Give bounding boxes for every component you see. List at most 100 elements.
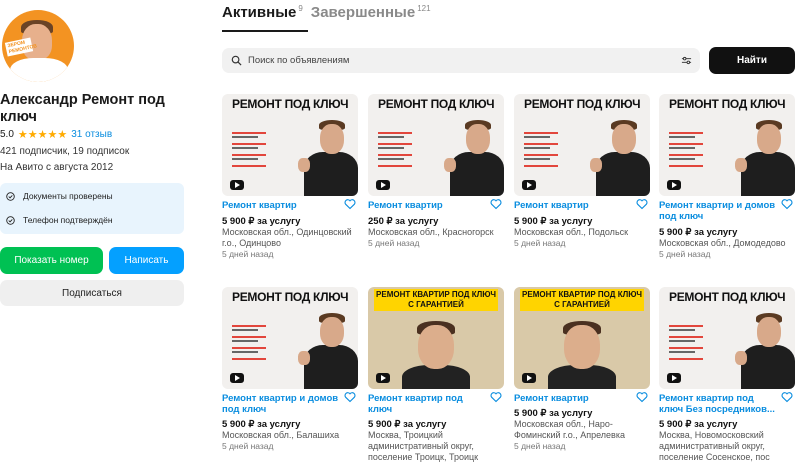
listing-date: 5 дней назад xyxy=(659,249,711,259)
followers-count[interactable]: 421 подписчик, 19 подписок xyxy=(0,146,129,157)
listing-location: Москва, Троицкий административный округ,… xyxy=(368,430,479,462)
listing-location: Московская обл., Одинцовский г.о., Одинц… xyxy=(222,227,352,248)
video-play-icon xyxy=(522,373,536,383)
check-badge-icon xyxy=(6,191,15,201)
thumbnail-banner: РЕМОНТ КВАРТИР ПОД КЛЮЧ С ГАРАНТИЕЙ xyxy=(374,289,498,311)
video-play-icon xyxy=(376,373,390,383)
thumbnail-banner: РЕМОНТ КВАРТИР ПОД КЛЮЧ С ГАРАНТИЕЙ xyxy=(520,289,644,311)
listing-location: Московская обл., Домодедово xyxy=(659,238,786,248)
filter-icon[interactable] xyxy=(681,55,692,66)
listing-info: 250 ₽ за услугу Московская обл., Красног… xyxy=(368,216,504,249)
favorite-heart-icon[interactable] xyxy=(344,198,356,210)
thumbnail-person xyxy=(735,116,795,196)
listing-thumbnail[interactable]: РЕМОНТ ПОД КЛЮЧ xyxy=(368,94,504,196)
thumbnail-text-lines xyxy=(669,325,709,365)
listing-info: 5 900 ₽ за услугу Московская обл., Одинц… xyxy=(222,216,358,260)
avatar[interactable]: ЗЕРОМ РЕМОНТОВ xyxy=(2,10,74,82)
search-input[interactable] xyxy=(246,54,670,67)
thumbnail-text-lines xyxy=(232,325,272,365)
active-tab-indicator xyxy=(222,30,308,32)
listing-location: Московская обл., Подольск xyxy=(514,227,629,237)
listing-price: 5 900 ₽ за услугу xyxy=(222,419,301,430)
thumbnail-title: РЕМОНТ ПОД КЛЮЧ xyxy=(669,290,786,304)
listing-price: 5 900 ₽ за услугу xyxy=(659,419,738,430)
search-bar xyxy=(222,48,700,73)
thumbnail-text-lines xyxy=(524,132,564,172)
check-badge-icon xyxy=(6,215,15,225)
listing-location: Московская обл., Наро-Фоминский г.о., Ап… xyxy=(514,419,625,440)
thumbnail-person xyxy=(590,116,650,196)
thumbnail-title: РЕМОНТ ПОД КЛЮЧ xyxy=(524,97,641,111)
thumbnail-title: РЕМОНТ ПОД КЛЮЧ xyxy=(669,97,786,111)
listing-title[interactable]: Ремонт квартир xyxy=(368,200,486,211)
favorite-heart-icon[interactable] xyxy=(490,198,502,210)
listing-thumbnail[interactable]: РЕМОНТ ПОД КЛЮЧ xyxy=(222,287,358,389)
favorite-heart-icon[interactable] xyxy=(636,391,648,403)
listing-price: 250 ₽ за услугу xyxy=(368,216,439,227)
listing-price: 5 900 ₽ за услугу xyxy=(368,419,447,430)
listing-title[interactable]: Ремонт квартир и домов под ключ xyxy=(222,393,340,415)
listing-title[interactable]: Ремонт квартир под ключ Без посредников.… xyxy=(659,393,777,415)
listing-info: 5 900 ₽ за услугу Московская обл., Наро-… xyxy=(514,408,650,452)
listing-date: 5 дней назад xyxy=(222,249,274,259)
verification-label: Телефон подтверждён xyxy=(23,215,113,225)
favorite-heart-icon[interactable] xyxy=(781,198,793,210)
listing-title[interactable]: Ремонт квартир xyxy=(222,200,340,211)
favorite-heart-icon[interactable] xyxy=(490,391,502,403)
listing-date: 5 дней назад xyxy=(222,441,274,451)
video-play-icon xyxy=(230,373,244,383)
video-play-icon xyxy=(667,180,681,190)
tab-finished[interactable]: Завершенные 121 xyxy=(311,4,431,21)
favorite-heart-icon[interactable] xyxy=(781,391,793,403)
listing-price: 5 900 ₽ за услугу xyxy=(659,227,738,238)
listing-thumbnail[interactable]: РЕМОНТ ПОД КЛЮЧ xyxy=(514,94,650,196)
listing-info: 5 900 ₽ за услугу Московская обл., Домод… xyxy=(659,227,795,260)
subscribe-button[interactable]: Подписаться xyxy=(0,280,184,306)
listing-info: 5 900 ₽ за услугу Москва, Новомосковский… xyxy=(659,419,795,463)
rating-stars-icon: ★★★★★ xyxy=(17,129,68,141)
verification-phone: Телефон подтверждён xyxy=(6,215,113,225)
listing-location: Московская обл., Балашиха xyxy=(222,430,340,440)
show-number-button[interactable]: Показать номер xyxy=(0,247,103,274)
listing-thumbnail[interactable]: РЕМОНТ КВАРТИР ПОД КЛЮЧ С ГАРАНТИЕЙ xyxy=(514,287,650,389)
thumbnail-person xyxy=(398,319,474,389)
listing-info: 5 900 ₽ за услугу Московская обл., Балаш… xyxy=(222,419,358,452)
rating-value: 5.0 xyxy=(0,129,14,140)
thumbnail-title: РЕМОНТ ПОД КЛЮЧ xyxy=(378,97,495,111)
thumbnail-person xyxy=(298,309,358,389)
tab-label: Активные xyxy=(222,4,297,21)
listing-thumbnail[interactable]: РЕМОНТ ПОД КЛЮЧ xyxy=(222,94,358,196)
listing-thumbnail[interactable]: РЕМОНТ ПОД КЛЮЧ xyxy=(659,287,795,389)
thumbnail-person xyxy=(735,309,795,389)
listing-thumbnail[interactable]: РЕМОНТ КВАРТИР ПОД КЛЮЧ С ГАРАНТИЕЙ xyxy=(368,287,504,389)
write-message-button[interactable]: Написать xyxy=(109,247,184,274)
listing-title[interactable]: Ремонт квартир под ключ xyxy=(368,393,486,415)
thumbnail-person xyxy=(544,319,620,389)
tab-active[interactable]: Активные 9 xyxy=(222,4,303,21)
tab-label: Завершенные xyxy=(310,4,416,21)
reviews-link[interactable]: 31 отзыв xyxy=(71,129,112,140)
listing-thumbnail[interactable]: РЕМОНТ ПОД КЛЮЧ xyxy=(659,94,795,196)
rating-row: 5.0 ★★★★★ 31 отзыв xyxy=(0,128,112,141)
verification-documents: Документы проверены xyxy=(6,191,113,201)
favorite-heart-icon[interactable] xyxy=(636,198,648,210)
search-button[interactable]: Найти xyxy=(709,47,795,74)
listing-tabs: Активные 9 Завершенные 121 xyxy=(222,4,431,21)
favorite-heart-icon[interactable] xyxy=(344,391,356,403)
verification-box: Документы проверены Телефон подтверждён xyxy=(0,183,184,234)
listing-location: Московская обл., Красногорск xyxy=(368,227,494,237)
listing-title[interactable]: Ремонт квартир и домов под ключ xyxy=(659,200,777,222)
thumbnail-text-lines xyxy=(232,132,272,172)
thumbnail-text-lines xyxy=(669,132,709,172)
thumbnail-text-lines xyxy=(378,132,418,172)
listing-date: 5 дней назад xyxy=(514,441,566,451)
avatar-body xyxy=(10,58,68,82)
video-play-icon xyxy=(667,373,681,383)
listing-location: Москва, Новомосковский административный … xyxy=(659,430,770,462)
tab-count: 9 xyxy=(298,4,303,13)
thumbnail-title: РЕМОНТ ПОД КЛЮЧ xyxy=(232,97,349,111)
listing-title[interactable]: Ремонт квартир xyxy=(514,200,632,211)
video-play-icon xyxy=(376,180,390,190)
listing-title[interactable]: Ремонт квартир xyxy=(514,393,632,404)
verification-label: Документы проверены xyxy=(23,191,113,201)
